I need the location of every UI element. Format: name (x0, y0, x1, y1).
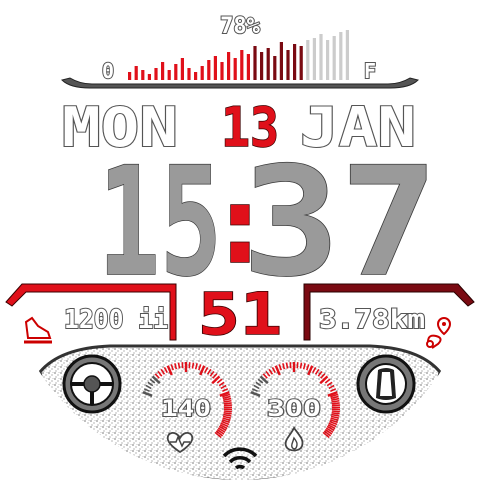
gauge-tick (331, 412, 340, 415)
battery-empty-label: 0 (102, 59, 114, 83)
route-pin-icon[interactable] (426, 316, 452, 349)
battery-bar (141, 70, 145, 80)
battery-bar (246, 54, 250, 80)
battery-bar (332, 36, 336, 80)
gauge-tick (223, 404, 232, 407)
gauge-tick (331, 404, 340, 407)
gauge-tick (177, 362, 181, 369)
battery-bar (293, 44, 297, 80)
gauge-tick (331, 402, 340, 405)
battery-bar (266, 48, 270, 80)
battery-bar (260, 52, 264, 80)
battery-bar (154, 68, 158, 80)
battery-bar (339, 32, 343, 80)
distance-value: 3.78km (319, 305, 425, 335)
watch-face: 78% 0 F MON 13 JAN 15 : 37 1200 ii 51 3.… (5, 13, 475, 480)
stats-bar: 1200 ii 51 3.78km (5, 279, 475, 349)
shoe-icon[interactable] (24, 316, 52, 344)
battery-bar (312, 38, 316, 80)
battery-bar (187, 68, 191, 80)
battery-bar (147, 74, 151, 80)
steering-wheel-icon[interactable] (62, 354, 122, 414)
seconds-value: 51 (198, 280, 282, 348)
battery-bar (161, 62, 165, 80)
battery-percent: 78% (220, 14, 260, 39)
gauge-tick (223, 412, 232, 415)
battery-bar (128, 72, 132, 80)
gauge-tick (223, 402, 232, 405)
dashboard: 140 300 (38, 344, 442, 480)
battery-bar (180, 58, 184, 80)
battery-bar (227, 52, 231, 80)
battery-bar (207, 60, 211, 80)
gauge-tick (299, 362, 303, 369)
battery-bar (233, 58, 237, 80)
battery-bar (240, 50, 244, 80)
battery-bar (253, 46, 257, 80)
battery-bar (279, 42, 283, 80)
battery-section: 78% 0 F (61, 13, 419, 89)
gauge-tick (223, 410, 232, 413)
heart-rate-value: 140 (161, 397, 211, 422)
battery-bar (306, 40, 310, 80)
gauge-tick (331, 410, 340, 413)
gauge-tick (191, 362, 195, 369)
battery-bar (345, 30, 349, 80)
steps-value: 1200 ii (64, 305, 168, 335)
gauge-tick (285, 362, 289, 369)
battery-bar (134, 66, 138, 80)
battery-bar (286, 50, 290, 80)
battery-bar (326, 40, 330, 80)
battery-bar (194, 72, 198, 80)
battery-bar (167, 70, 171, 80)
secondary-gauge-value: 300 (267, 397, 321, 422)
battery-bar (319, 34, 323, 80)
battery-bar (273, 56, 277, 80)
battery-bar (299, 46, 303, 80)
battery-bar (200, 66, 204, 80)
battery-bar (174, 64, 178, 80)
battery-full-label: F (364, 59, 376, 83)
tire-icon[interactable] (356, 354, 416, 414)
battery-bar (220, 62, 224, 80)
battery-bar (213, 56, 217, 80)
